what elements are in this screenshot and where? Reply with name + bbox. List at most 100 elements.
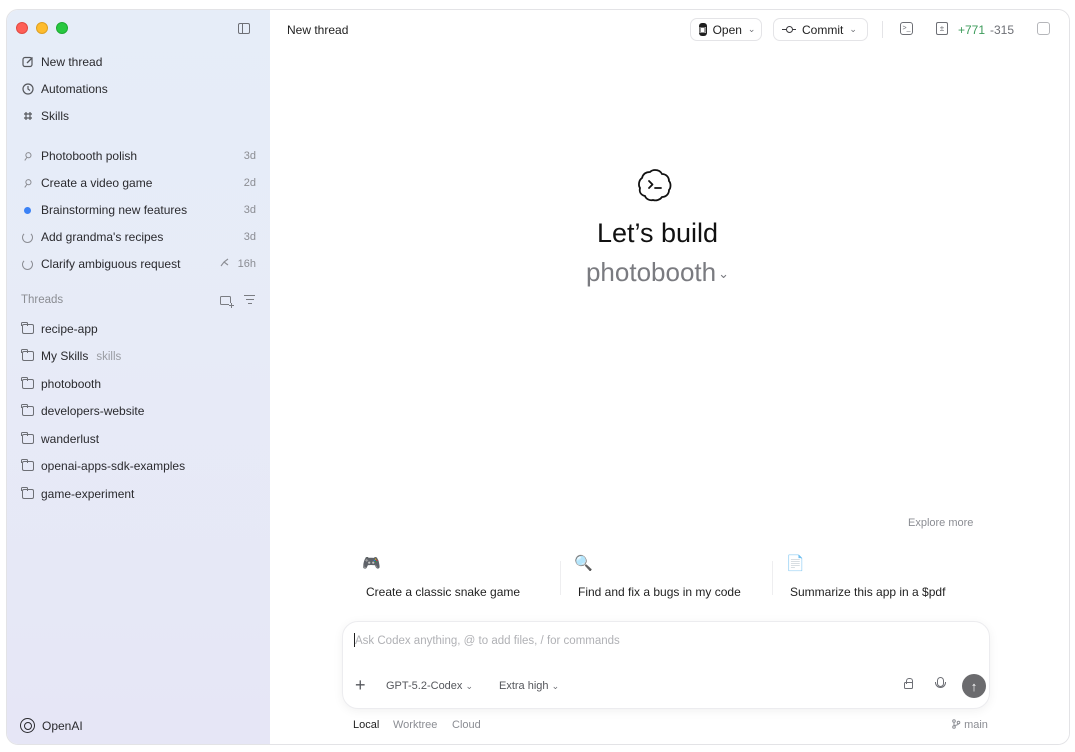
- folder-icon: [21, 377, 34, 391]
- thread-title: New thread: [287, 23, 349, 37]
- project-item[interactable]: openai-apps-sdk-examples: [7, 454, 270, 478]
- reasoning-effort-selector[interactable]: Extra high ⌄: [499, 680, 559, 692]
- suggestion-card[interactable]: 🎮 Create a classic snake game: [358, 546, 558, 606]
- divider: [560, 561, 561, 595]
- recent-thread-item[interactable]: Clarify ambiguous request 16h: [7, 252, 270, 276]
- recent-thread-item[interactable]: ⚲ Photobooth polish 3d: [7, 144, 270, 168]
- chevron-down-icon: ⌄: [551, 681, 560, 691]
- app-icon: ▣: [699, 23, 707, 36]
- project-item[interactable]: developers-website: [7, 399, 270, 423]
- suggestion-text: Summarize this app in a $pdf: [790, 585, 946, 599]
- project-label: My Skills: [41, 349, 89, 363]
- folder-icon: [21, 459, 34, 473]
- thread-label: Clarify ambiguous request: [41, 257, 181, 271]
- mode-tab-worktree[interactable]: Worktree: [393, 719, 437, 731]
- project-label: photobooth: [41, 377, 102, 391]
- open-in-app-button[interactable]: ▣ Open ⌄: [690, 18, 762, 41]
- project-label: developers-website: [41, 404, 145, 418]
- game-controller-icon: 🎮: [362, 555, 381, 572]
- toggle-panel-icon[interactable]: [1037, 22, 1050, 35]
- thread-age: 3d: [243, 150, 256, 162]
- project-selector[interactable]: photobooth ⌄: [270, 257, 1045, 288]
- folder-icon: [21, 432, 34, 446]
- chevron-down-icon: ⌄: [465, 681, 474, 691]
- skills-icon: [21, 110, 34, 123]
- diff-removed-count: -315: [990, 23, 1015, 37]
- folder-icon: [21, 487, 34, 501]
- mode-tab-cloud[interactable]: Cloud: [452, 719, 481, 731]
- suggestion-card[interactable]: 📄 Summarize this app in a $pdf: [782, 546, 982, 606]
- thread-label: Add grandma's recipes: [41, 230, 164, 244]
- nav-skills[interactable]: Skills: [7, 104, 270, 128]
- model-label: GPT-5.2-Codex: [386, 680, 463, 692]
- commit-label: Commit: [802, 22, 844, 37]
- prompt-input[interactable]: [355, 630, 955, 652]
- unread-dot-icon: [21, 204, 34, 217]
- open-label: Open: [712, 22, 742, 37]
- terminal-icon[interactable]: >_: [900, 22, 913, 35]
- org-label: OpenAI: [42, 718, 83, 733]
- project-name: photobooth: [585, 257, 717, 287]
- lock-icon[interactable]: [904, 678, 913, 689]
- openai-logo-icon: [20, 718, 35, 733]
- main-panel: New thread ▣ Open ⌄ Commit ⌄ >_ ± +771 -…: [270, 10, 1069, 744]
- nav-label: Automations: [41, 82, 108, 96]
- nav-label: Skills: [41, 109, 70, 123]
- project-item[interactable]: photobooth: [7, 372, 270, 396]
- effort-label: Extra high: [499, 680, 549, 692]
- project-label: wanderlust: [41, 432, 100, 446]
- commit-button[interactable]: Commit ⌄: [773, 18, 868, 41]
- recent-thread-item[interactable]: Add grandma's recipes 3d: [7, 225, 270, 249]
- send-button[interactable]: ↑: [962, 674, 986, 698]
- add-attachment-button[interactable]: +: [355, 676, 366, 694]
- document-icon: 📄: [786, 555, 805, 572]
- branch-label: main: [964, 719, 988, 731]
- project-item[interactable]: recipe-app: [7, 317, 270, 341]
- zoom-window-button[interactable]: [56, 22, 68, 34]
- thread-age: 2d: [243, 177, 256, 189]
- top-bar: New thread ▣ Open ⌄ Commit ⌄ >_ ± +771 -…: [270, 10, 1069, 48]
- project-item[interactable]: game-experiment: [7, 482, 270, 506]
- org-switcher[interactable]: OpenAI: [20, 718, 83, 733]
- divider: [882, 21, 883, 38]
- arrow-up-icon: ↑: [970, 678, 978, 694]
- window-controls: [16, 22, 68, 34]
- commit-icon: [782, 26, 796, 34]
- pin-icon: ⚲: [20, 149, 34, 164]
- new-folder-icon[interactable]: [220, 296, 234, 308]
- diff-added-count: +771: [958, 23, 986, 37]
- pin-icon: ⚲: [20, 176, 34, 191]
- nav-new-thread[interactable]: New thread: [7, 50, 270, 74]
- model-selector[interactable]: GPT-5.2-Codex ⌄: [386, 680, 473, 692]
- nav-automations[interactable]: Automations: [7, 77, 270, 101]
- fork-icon: [219, 257, 230, 271]
- project-sub-label: skills: [96, 351, 122, 363]
- microphone-icon[interactable]: [935, 677, 946, 688]
- filter-icon[interactable]: [244, 295, 255, 305]
- chevron-down-icon: ⌄: [718, 266, 730, 282]
- project-label: openai-apps-sdk-examples: [41, 459, 186, 473]
- close-window-button[interactable]: [16, 22, 28, 34]
- threads-section-label: Threads: [21, 294, 64, 306]
- folder-icon: [21, 322, 34, 336]
- branch-selector[interactable]: main: [951, 719, 988, 731]
- sidebar-toggle-icon[interactable]: [238, 23, 250, 34]
- recent-thread-item[interactable]: Brainstorming new features 3d: [7, 198, 270, 222]
- project-item[interactable]: My Skills skills: [7, 344, 270, 368]
- project-item[interactable]: wanderlust: [7, 427, 270, 451]
- suggestion-card[interactable]: 🔍 Find and fix a bugs in my code: [570, 546, 770, 606]
- project-label: game-experiment: [41, 487, 135, 501]
- recent-thread-item[interactable]: ⚲ Create a video game 2d: [7, 171, 270, 195]
- thread-label: Create a video game: [41, 176, 153, 190]
- folder-icon: [21, 404, 34, 418]
- loading-icon: [21, 258, 34, 271]
- folder-icon: [21, 349, 34, 363]
- diff-icon[interactable]: ±: [936, 22, 948, 35]
- minimize-window-button[interactable]: [36, 22, 48, 34]
- sidebar: New thread Automations Skills ⚲ Photoboo…: [7, 10, 270, 744]
- thread-age: 3d: [243, 204, 256, 216]
- suggestion-text: Create a classic snake game: [366, 585, 521, 599]
- explore-more-link[interactable]: Explore more: [908, 517, 973, 529]
- thread-age: 16h: [237, 258, 256, 270]
- mode-tab-local[interactable]: Local: [353, 719, 379, 731]
